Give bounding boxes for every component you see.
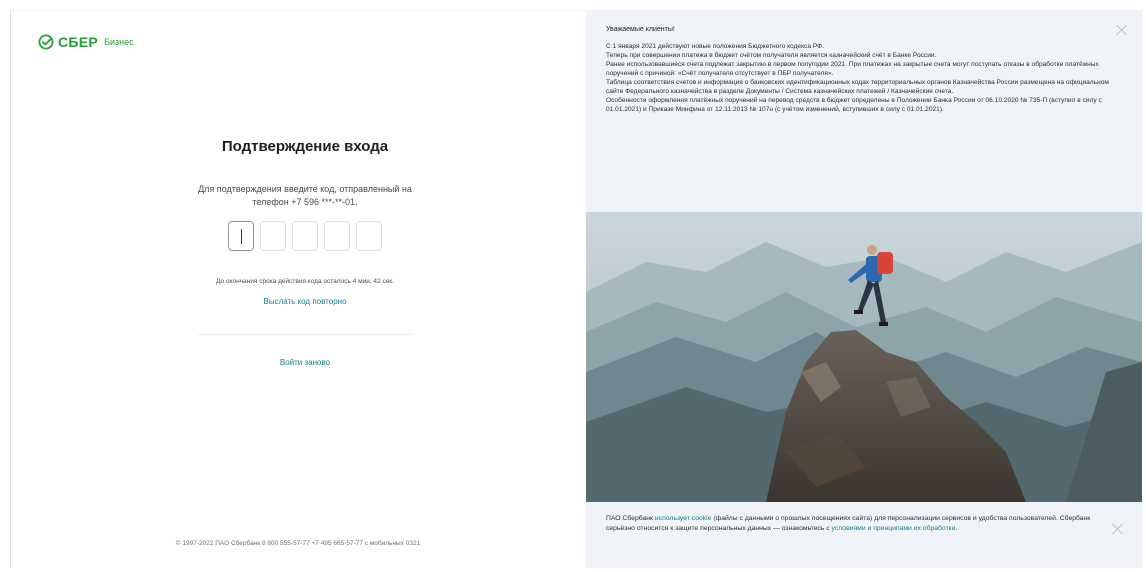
confirm-login-form: Подтверждение входа Для подтверждения вв…: [190, 138, 420, 306]
brand-name: СБЕР: [58, 34, 99, 50]
privacy-terms-link[interactable]: условиями и принципами их обработки: [832, 525, 956, 532]
cookie-text: ПАО Сбербанк использует cookie (файлы с …: [606, 514, 1102, 534]
notice-banner: Уважаемые клиенты! С 1 января 2021 дейст…: [586, 10, 1142, 212]
code-digit-4[interactable]: [324, 221, 350, 251]
sber-business-logo[interactable]: СБЕР Бизнес: [38, 34, 134, 50]
code-input-group: [190, 221, 420, 251]
brand-product: Бизнес: [104, 37, 134, 47]
resend-code-link[interactable]: Выслать код повторно: [190, 297, 420, 306]
hiker-mountain-image: [586, 212, 1142, 502]
info-pane: Уважаемые клиенты! С 1 января 2021 дейст…: [586, 10, 1142, 568]
notice-paragraph: Теперь при совершении платежа в бюджет с…: [606, 52, 937, 59]
code-timer: До окончания срока действия кода осталос…: [216, 278, 394, 285]
footer-contacts: © 1997-2022 ПАО Сбербанк 8 800 555-57-77…: [175, 540, 421, 547]
code-digit-1[interactable]: [228, 221, 254, 251]
login-pane: СБЕР Бизнес Подтверждение входа Для подт…: [10, 10, 586, 568]
code-digit-3[interactable]: [292, 221, 318, 251]
cookie-banner: ПАО Сбербанк использует cookie (файлы с …: [586, 502, 1142, 568]
mountain-illustration: [586, 212, 1142, 502]
notice-paragraph: Ранее использовавшиеся счета подлежат за…: [606, 61, 1099, 77]
cookie-text-part: .: [955, 525, 958, 532]
code-digit-5[interactable]: [356, 221, 382, 251]
code-hint: Для подтверждения введите код, отправлен…: [198, 184, 412, 207]
close-notice-icon[interactable]: [1116, 24, 1128, 36]
relogin-link[interactable]: Войти заново: [190, 358, 420, 367]
sber-logo-icon: [38, 34, 54, 50]
notice-paragraph: Особенности оформления платёжных поручен…: [606, 97, 1102, 113]
close-cookie-icon[interactable]: [1112, 523, 1124, 535]
divider: [198, 334, 413, 335]
cookie-link[interactable]: использует cookie: [655, 515, 712, 522]
cookie-text-part: ПАО Сбербанк: [606, 515, 655, 522]
notice-title: Уважаемые клиенты!: [606, 26, 675, 33]
notice-paragraph: Таблица соответствия счетов и информация…: [606, 79, 1109, 95]
code-digit-2[interactable]: [260, 221, 286, 251]
notice-paragraph: С 1 января 2021 действуют новые положени…: [606, 43, 825, 50]
page-title: Подтверждение входа: [221, 138, 389, 155]
